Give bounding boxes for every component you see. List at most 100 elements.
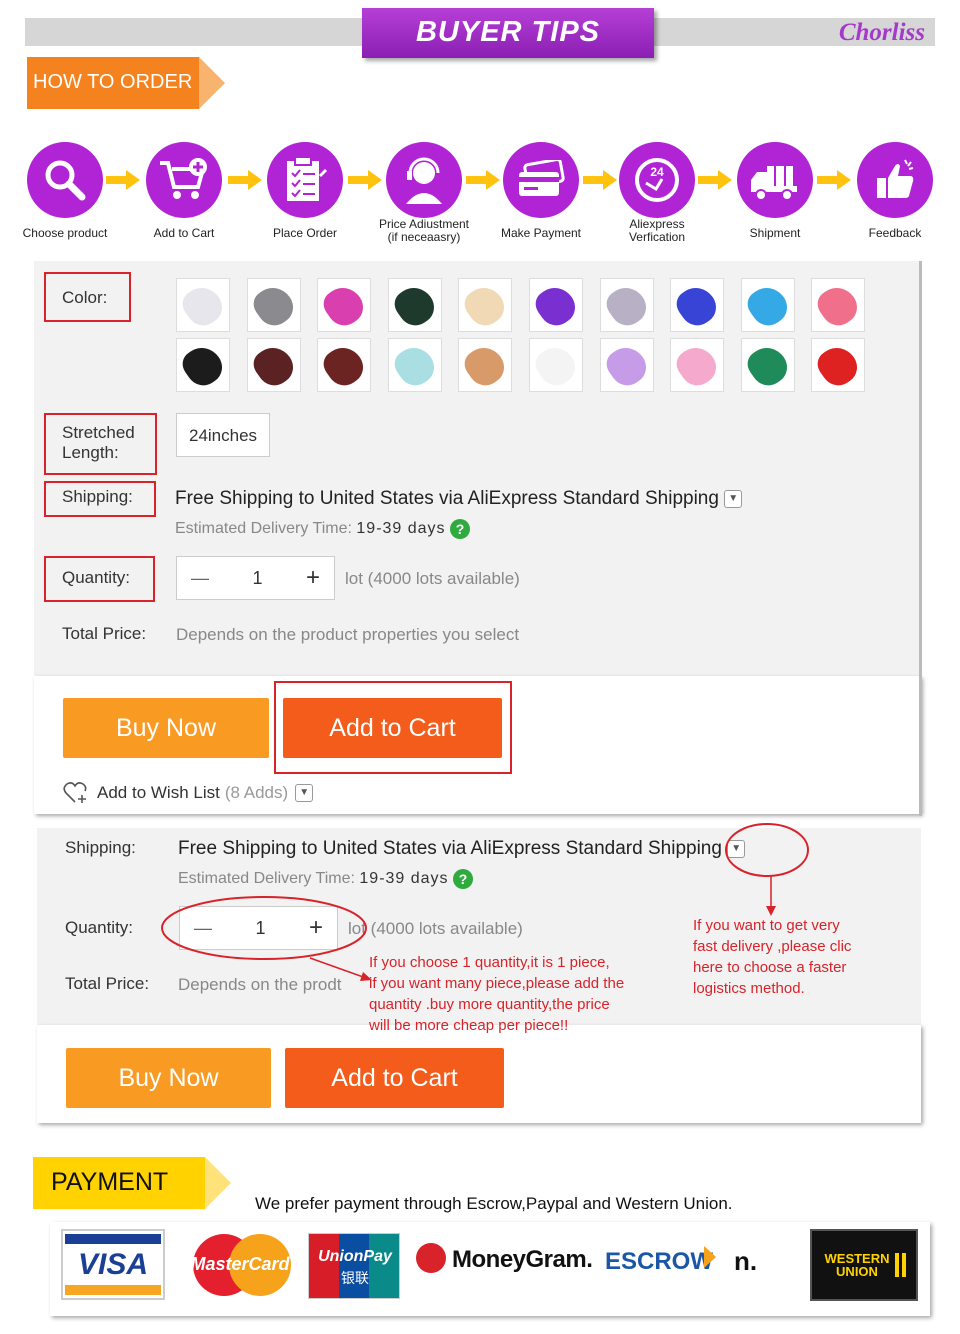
note-line: If you choose 1 quantity,it is 1 piece, — [369, 954, 610, 971]
delivery-value: 19-39 days — [356, 520, 446, 538]
western-union-logo: WESTERN UNION — [810, 1229, 918, 1301]
color-swatch[interactable] — [317, 338, 372, 392]
color-swatch[interactable] — [176, 278, 230, 332]
step-label: Add to Cart — [153, 226, 215, 240]
escrow-arrow-icon — [704, 1246, 716, 1268]
color-swatch[interactable] — [670, 278, 725, 332]
add-to-cart-button[interactable]: Add to Cart — [285, 1048, 504, 1108]
hair-sample — [742, 280, 794, 332]
add-to-cart-button[interactable]: Add to Cart — [283, 698, 502, 758]
color-swatch[interactable] — [317, 278, 372, 332]
hair-sample — [389, 340, 441, 392]
plus-button[interactable]: + — [306, 564, 320, 592]
total-price-value: Depends on the product properties you se… — [176, 625, 520, 644]
step-aliexpress-verification: 24 Aliexpress Verfication — [598, 142, 716, 244]
quantity-label: Quantity: — [65, 918, 134, 937]
shipping-text: Free Shipping to United States via AliEx… — [175, 488, 719, 509]
length-option-24inches[interactable]: 24inches — [176, 413, 271, 457]
delivery-time: Estimated Delivery Time: 19-39 days ? — [175, 519, 471, 539]
total-price-label: Total Price: — [62, 624, 147, 643]
moneygram-globe-icon — [416, 1243, 446, 1273]
buy-now-button[interactable]: Buy Now — [66, 1048, 271, 1108]
moneygram-logo: MoneyGram. — [452, 1246, 593, 1273]
total-price-label: Total Price: — [65, 974, 150, 993]
step-label: Shipment — [749, 226, 801, 240]
step-label: Make Payment — [500, 226, 582, 240]
heart-add-icon — [63, 782, 87, 803]
magnifier-icon — [27, 142, 103, 218]
unionpay-cn-text: 银联 — [341, 1271, 369, 1287]
step-label: Choose product — [22, 226, 108, 240]
buyer-tips-banner: BUYER TIPS — [362, 8, 654, 58]
minus-button[interactable]: — — [191, 568, 209, 589]
note-line: will be more cheap per piece!! — [369, 1017, 569, 1034]
note-line: If you want to get very — [693, 917, 840, 934]
escrow-logo: ESCROW — [605, 1248, 713, 1275]
step-label: Place Order — [272, 226, 338, 240]
step-make-payment: Make Payment — [482, 142, 600, 240]
buy-now-button[interactable]: Buy Now — [63, 698, 269, 758]
payment-preference-text: We prefer payment through Escrow,Paypal … — [255, 1194, 733, 1213]
delivery-label: Estimated Delivery Time: — [175, 520, 352, 538]
western-union-text: WESTERN UNION — [824, 1251, 890, 1279]
color-swatch[interactable] — [458, 338, 513, 392]
how-to-order-title: HOW TO ORDER — [27, 57, 199, 109]
step-label-line1: Aliexpress — [629, 217, 685, 231]
step-feedback: Feedback — [836, 142, 954, 240]
n-logo: n. — [734, 1246, 758, 1276]
color-swatch[interactable] — [246, 338, 301, 392]
color-swatch[interactable] — [811, 338, 866, 392]
color-swatch[interactable] — [740, 338, 795, 392]
length-label-line2: Length: — [62, 443, 119, 462]
add-to-wishlist[interactable]: Add to Wish List (8 Adds) ▼ — [63, 781, 314, 805]
shipping-label: Shipping: — [65, 838, 136, 857]
hair-sample — [742, 340, 794, 392]
step-choose-product: Choose product — [6, 142, 124, 240]
hair-sample — [671, 340, 723, 392]
color-swatch[interactable] — [740, 278, 795, 332]
color-swatch[interactable] — [246, 278, 301, 332]
hair-sample — [812, 340, 865, 392]
chevron-down-icon[interactable]: ▼ — [724, 489, 743, 508]
step-label-line2: Verfication — [628, 230, 686, 244]
color-swatch[interactable] — [529, 338, 583, 392]
hair-sample — [177, 340, 229, 392]
color-swatch[interactable] — [387, 338, 442, 392]
shipping-method[interactable]: Free Shipping to United States via AliEx… — [175, 488, 743, 510]
step-label-line1: Price Adiustment — [378, 217, 470, 231]
mastercard-logo: MasterCard — [187, 1234, 293, 1299]
hair-sample — [459, 340, 512, 392]
hair-sample — [459, 280, 512, 332]
credit-card-icon — [503, 142, 579, 218]
color-swatch[interactable] — [387, 278, 442, 332]
shipping-note: If you want to get very fast delivery ,p… — [693, 915, 893, 999]
color-swatch[interactable] — [176, 338, 230, 392]
color-swatch[interactable] — [599, 278, 654, 332]
mastercard-text: MasterCard — [190, 1254, 290, 1274]
help-question-icon[interactable]: ? — [450, 519, 471, 539]
hair-sample — [671, 280, 723, 332]
quantity-input[interactable]: 1 — [252, 568, 262, 589]
color-swatch[interactable] — [529, 278, 583, 332]
hair-sample — [812, 280, 865, 332]
color-swatch[interactable] — [670, 338, 725, 392]
color-label: Color: — [62, 288, 108, 307]
clipboard-checklist-icon — [267, 142, 343, 218]
color-swatch[interactable] — [811, 278, 866, 332]
shipping-label: Shipping: — [62, 487, 133, 506]
note-line: if you want many piece,please add the — [369, 975, 625, 992]
step-add-to-cart: Add to Cart — [125, 142, 243, 240]
color-swatch[interactable] — [599, 338, 654, 392]
step-shipment: Shipment — [716, 142, 834, 240]
hair-sample — [600, 340, 653, 392]
step-price-adjustment: Price Adiustment (if neceaasry) — [365, 142, 483, 244]
wishlist-label: Add to Wish List — [97, 783, 220, 802]
visa-logo: VISA — [61, 1229, 165, 1300]
color-swatch[interactable] — [458, 278, 513, 332]
note-line: fast delivery ,please clic — [693, 938, 852, 955]
unionpay-logo: UnionPay 银联 — [308, 1233, 400, 1299]
stretched-length-label: Stretched Length: — [62, 423, 135, 463]
chevron-down-icon[interactable]: ▼ — [295, 784, 314, 802]
brand-logo: Chorliss — [838, 19, 925, 46]
delivery-truck-icon — [737, 142, 813, 218]
